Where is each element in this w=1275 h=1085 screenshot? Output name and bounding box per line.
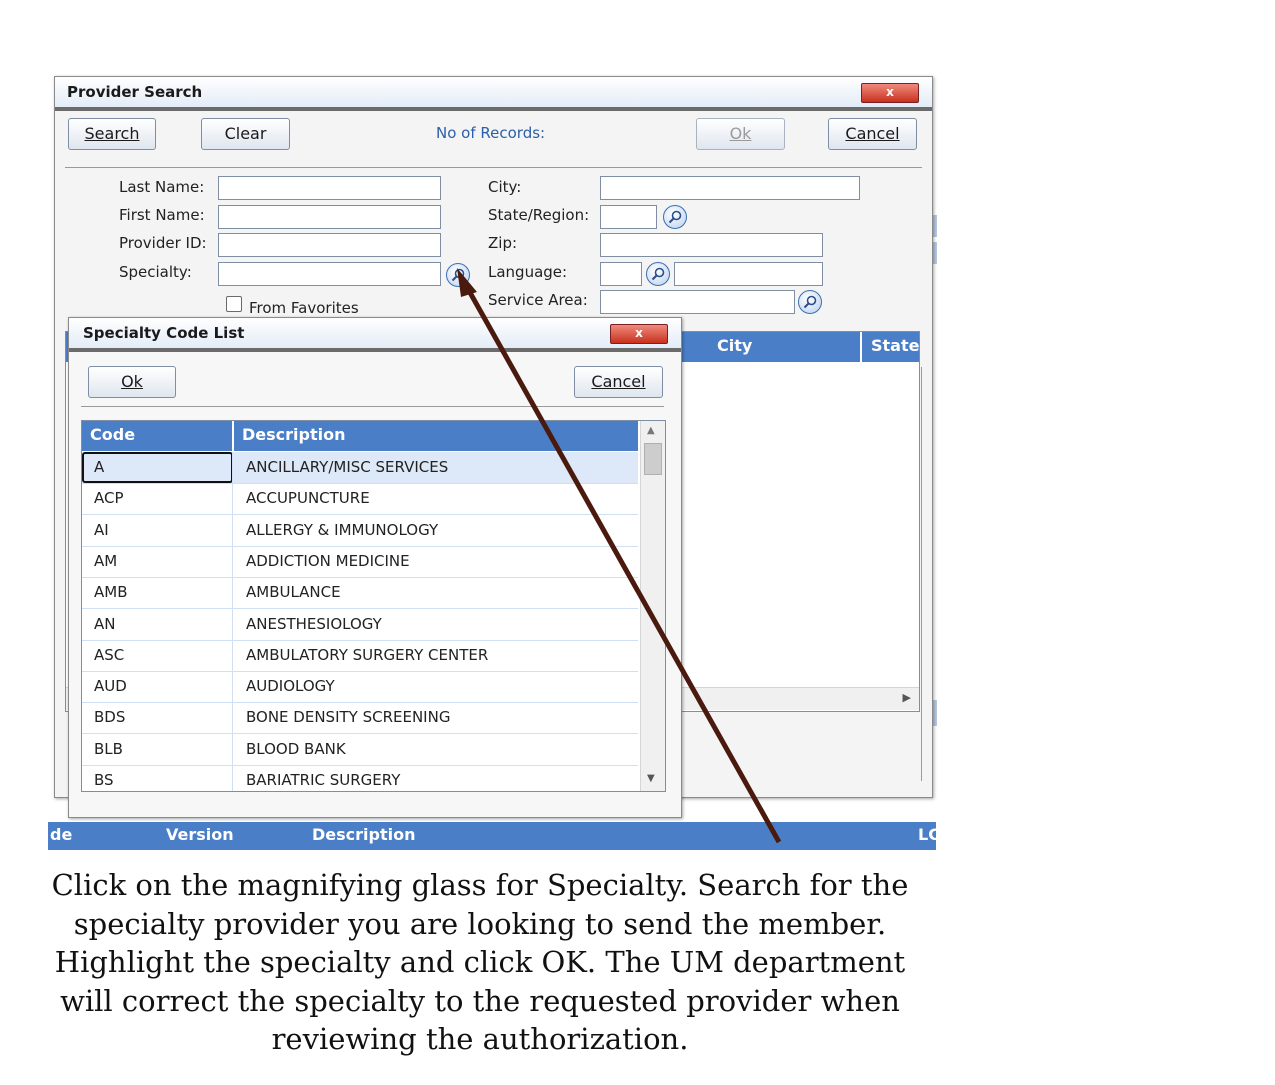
arrow-head <box>457 268 477 297</box>
instruction-caption: Click on the magnifying glass for Specia… <box>51 868 909 1056</box>
arrow-shaft <box>465 287 782 844</box>
